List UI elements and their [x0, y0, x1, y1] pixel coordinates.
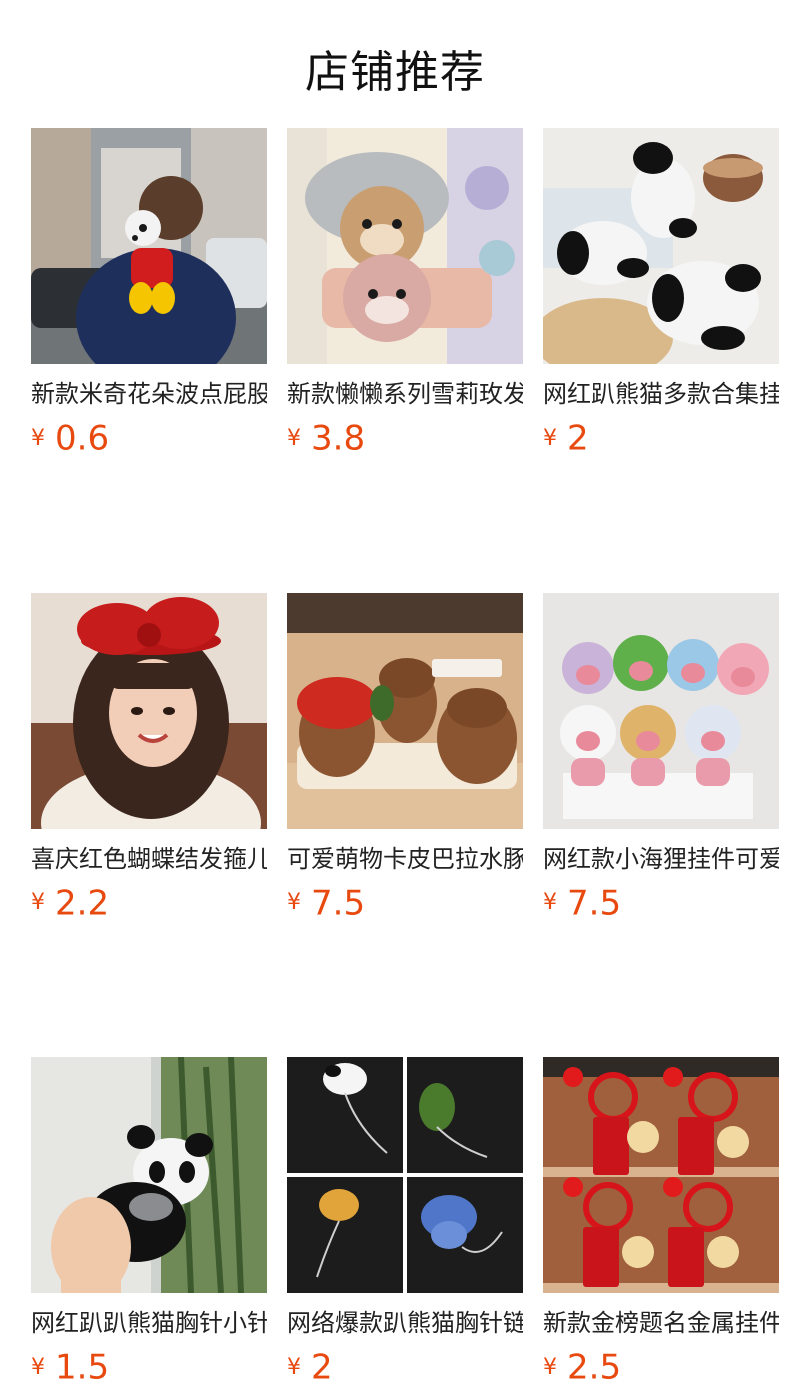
product-image[interactable] [287, 1057, 523, 1293]
product-grid: 新款米奇花朵波点屁股 ¥0.6 新款懒懒系列雪莉玫发夹 ¥3.8 [31, 128, 779, 1390]
product-card[interactable]: 新款米奇花朵波点屁股 ¥0.6 [31, 128, 267, 461]
product-price: ¥7.5 [287, 881, 523, 926]
product-card[interactable]: 网红趴熊猫多款合集挂件 ¥2 [543, 128, 779, 461]
page-title: 店铺推荐 [305, 47, 485, 98]
product-image[interactable] [31, 1057, 267, 1293]
product-image[interactable] [31, 592, 267, 829]
product-price: ¥2.5 [543, 1345, 779, 1390]
currency-symbol: ¥ [543, 890, 557, 915]
product-price: ¥2 [543, 416, 779, 461]
currency-symbol: ¥ [543, 1354, 557, 1380]
currency-symbol: ¥ [287, 1354, 301, 1380]
product-card[interactable]: 网红款小海狸挂件可爱 ¥7.5 [543, 592, 779, 926]
product-price: ¥2 [287, 1345, 523, 1390]
product-image[interactable] [543, 128, 779, 364]
price-value: 7.5 [567, 883, 622, 923]
product-name[interactable]: 网红趴熊猫多款合集挂件 [543, 378, 779, 410]
product-image[interactable] [543, 592, 779, 829]
currency-symbol: ¥ [287, 890, 301, 915]
price-value: 2 [567, 418, 589, 459]
currency-symbol: ¥ [287, 425, 301, 451]
product-card[interactable]: 可爱萌物卡皮巴拉水豚摆件 ¥7.5 [287, 592, 523, 926]
product-price: ¥7.5 [543, 881, 779, 926]
product-price: ¥3.8 [287, 416, 523, 461]
product-image[interactable] [287, 128, 523, 364]
price-value: 0.6 [55, 418, 110, 459]
product-card[interactable]: 网红趴趴熊猫胸针小针 ¥1.5 [31, 1057, 267, 1390]
currency-symbol: ¥ [31, 1354, 45, 1380]
currency-symbol: ¥ [543, 425, 557, 451]
product-image[interactable] [287, 592, 523, 829]
product-image[interactable] [543, 1057, 779, 1293]
product-price: ¥1.5 [31, 1345, 267, 1390]
product-name[interactable]: 网红款小海狸挂件可爱 [543, 843, 779, 875]
price-value: 1.5 [55, 1347, 110, 1388]
product-name[interactable]: 网络爆款趴熊猫胸针链 [287, 1307, 523, 1339]
price-value: 2 [311, 1347, 333, 1388]
price-value: 2.2 [55, 883, 110, 923]
product-price: ¥0.6 [31, 416, 267, 461]
product-name[interactable]: 新款懒懒系列雪莉玫发夹 [287, 378, 523, 410]
product-card[interactable]: 喜庆红色蝴蝶结发箍儿童 ¥2.2 [31, 592, 267, 926]
product-name[interactable]: 新款米奇花朵波点屁股 [31, 378, 267, 410]
product-card[interactable]: 网络爆款趴熊猫胸针链 ¥2 [287, 1057, 523, 1390]
price-value: 7.5 [311, 883, 366, 923]
price-value: 2.5 [567, 1347, 622, 1388]
currency-symbol: ¥ [31, 890, 45, 915]
product-card[interactable]: 新款金榜题名金属挂件 ¥2.5 [543, 1057, 779, 1390]
product-name[interactable]: 可爱萌物卡皮巴拉水豚摆件 [287, 843, 523, 875]
product-name[interactable]: 新款金榜题名金属挂件 [543, 1307, 779, 1339]
product-name[interactable]: 网红趴趴熊猫胸针小针 [31, 1307, 267, 1339]
product-name[interactable]: 喜庆红色蝴蝶结发箍儿童 [31, 843, 267, 875]
product-price: ¥2.2 [31, 881, 267, 926]
product-card[interactable]: 新款懒懒系列雪莉玫发夹 ¥3.8 [287, 128, 523, 461]
price-value: 3.8 [311, 418, 366, 459]
currency-symbol: ¥ [31, 425, 45, 451]
product-image[interactable] [31, 128, 267, 364]
